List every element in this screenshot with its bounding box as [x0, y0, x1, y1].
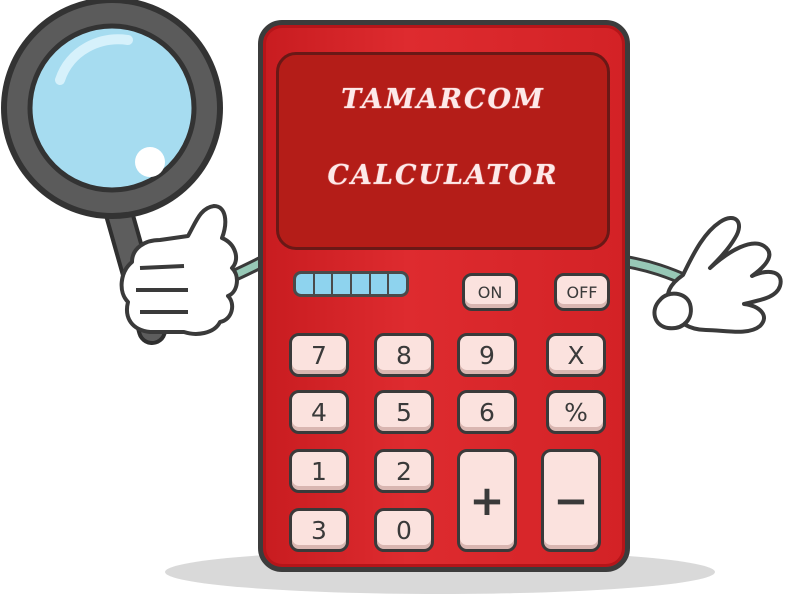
- key-6-button[interactable]: 6: [457, 390, 517, 434]
- key-3-button[interactable]: 3: [289, 508, 349, 552]
- key-0-button[interactable]: 0: [374, 508, 434, 552]
- thumbs-up-hand-icon: [119, 204, 239, 336]
- key-7-button[interactable]: 7: [289, 333, 349, 377]
- key-5-button[interactable]: 5: [374, 390, 434, 434]
- multiply-button[interactable]: X: [546, 333, 606, 377]
- off-button[interactable]: OFF: [554, 273, 610, 311]
- solar-panel: [293, 271, 409, 297]
- display-title-line-2: CALCULATOR: [327, 160, 559, 191]
- percent-button[interactable]: %: [546, 390, 606, 434]
- key-2-button[interactable]: 2: [374, 449, 434, 493]
- calculator-mascot-illustration: TAMARCOM CALCULATOR ON OFF 7 8 9 X 4 5 6…: [0, 0, 800, 600]
- key-1-button[interactable]: 1: [289, 449, 349, 493]
- key-4-button[interactable]: 4: [289, 390, 349, 434]
- minus-button[interactable]: −: [541, 449, 601, 552]
- calculator-display: [276, 52, 610, 250]
- display-title-line-1: TAMARCOM: [341, 84, 545, 115]
- key-9-button[interactable]: 9: [457, 333, 517, 377]
- plus-button[interactable]: +: [457, 449, 517, 552]
- key-8-button[interactable]: 8: [374, 333, 434, 377]
- on-button[interactable]: ON: [462, 273, 518, 311]
